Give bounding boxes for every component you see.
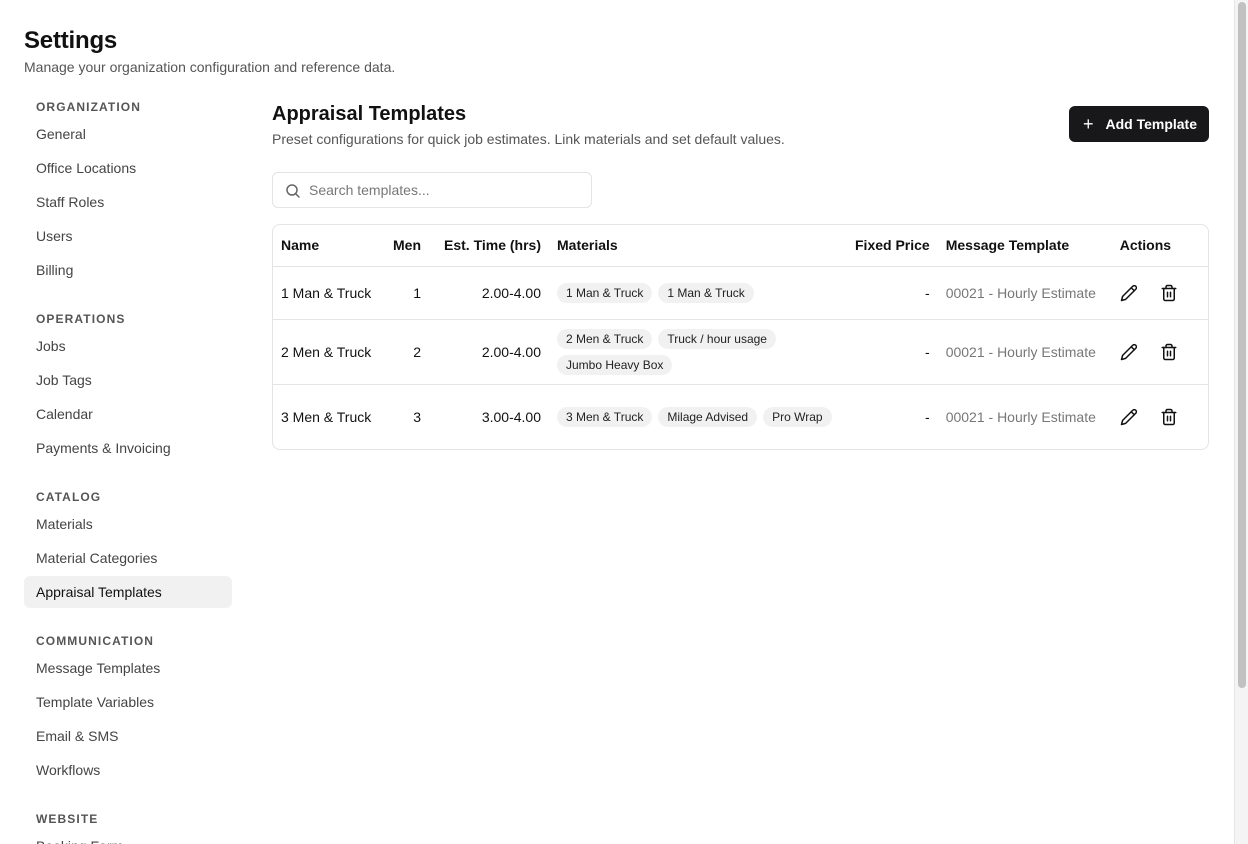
- settings-sidebar: ORGANIZATION General Office Locations Staff…: [24, 96, 232, 844]
- column-header-materials[interactable]: Materials: [549, 225, 847, 267]
- cell-fixed-price: -: [847, 319, 938, 385]
- cell-message-template: 00021 - Hourly Estimate: [945, 408, 1096, 425]
- page-header: Settings Manage your organization config…: [24, 26, 395, 76]
- material-tag: 2 Men & Truck: [557, 328, 653, 349]
- cell-name: 3 Men & Truck: [281, 408, 372, 425]
- cell-est-time: 2.00-4.00: [429, 319, 549, 385]
- sidebar-item-office-locations[interactable]: Office Locations: [24, 152, 232, 184]
- add-template-label: Add Template: [1105, 116, 1197, 132]
- cell-men: 2: [381, 319, 429, 385]
- sidebar-item-message-templates[interactable]: Message Templates: [24, 652, 232, 684]
- column-header-name[interactable]: Name: [273, 225, 381, 267]
- add-template-button[interactable]: + Add Template: [1068, 106, 1209, 142]
- nav-section-website: WEBSITE Booking Form: [24, 808, 232, 844]
- page-subtitle: Manage your organization configuration a…: [24, 59, 396, 75]
- nav-section-operations: OPERATIONS Jobs Job Tags Calendar Payments &…: [24, 308, 232, 464]
- search-box: [272, 172, 592, 208]
- column-header-fixed-price[interactable]: Fixed Price: [847, 225, 938, 267]
- cell-name: 2 Men & Truck: [273, 319, 381, 385]
- column-header-men[interactable]: Men: [381, 225, 429, 267]
- material-tag: Milage Advised: [658, 406, 758, 427]
- cell-name: 1 Man & Truck: [273, 266, 381, 320]
- cell-men: 1: [381, 266, 429, 320]
- table-header-row: Name Men Est. Time (hrs) Materials Fixed…: [273, 225, 1208, 267]
- scrollbar-thumb[interactable]: [1238, 2, 1246, 688]
- sidebar-item-billing[interactable]: Billing: [24, 254, 232, 286]
- sidebar-item-appraisal-templates[interactable]: Appraisal Templates: [24, 576, 232, 608]
- cell-message-template: 00021 - Hourly Estimate: [937, 266, 1112, 320]
- nav-section-communication: COMMUNICATION Message Templates Template V…: [24, 630, 232, 786]
- column-header-time[interactable]: Est. Time (hrs): [429, 225, 549, 267]
- templates-table: Name Men Est. Time (hrs) Materials Fixed…: [272, 224, 1209, 450]
- trash-icon[interactable]: [1160, 343, 1178, 361]
- sidebar-item-template-variables[interactable]: Template Variables: [24, 686, 232, 718]
- cell-est-time: 3.00-4.00: [481, 408, 541, 425]
- plus-icon: +: [1082, 114, 1094, 134]
- sidebar-item-workflows[interactable]: Workflows: [24, 754, 232, 786]
- material-tag: 1 Man & Truck: [557, 282, 653, 303]
- pencil-icon[interactable]: [1120, 284, 1138, 302]
- pencil-icon[interactable]: [1120, 408, 1138, 426]
- sidebar-item-materials[interactable]: Materials: [24, 508, 232, 540]
- column-header-message-template[interactable]: Message Template: [937, 225, 1112, 267]
- cell-est-time: 2.00-4.00: [429, 266, 549, 320]
- search-input[interactable]: [273, 173, 591, 207]
- section-header: Appraisal Templates Preset configuration…: [272, 100, 1209, 172]
- material-tag: 1 Man & Truck: [658, 282, 754, 303]
- sidebar-item-general[interactable]: General: [24, 118, 232, 150]
- cell-materials: 3 Men & Truck Milage Advised Pro Wrap: [549, 384, 847, 449]
- trash-icon[interactable]: [1160, 284, 1178, 302]
- trash-icon[interactable]: [1160, 408, 1178, 426]
- material-tag: 3 Men & Truck: [557, 406, 653, 427]
- nav-section-catalog: CATALOG Materials Material Categories Appra…: [24, 486, 232, 608]
- sidebar-item-email-and-sms[interactable]: Email & SMS: [24, 720, 232, 752]
- cell-materials: 1 Man & Truck 1 Man & Truck: [549, 266, 847, 320]
- material-tag: Pro Wrap: [763, 406, 832, 427]
- nav-section-title: ORGANIZATION: [36, 100, 141, 114]
- cell-actions: [1111, 266, 1208, 320]
- table-row[interactable]: 1 Man & Truck 1 2.00-4.00 1 Man & Truck 1 Ma…: [273, 266, 1208, 320]
- page-title: Settings: [24, 27, 118, 54]
- table-row[interactable]: 3 Men & Truck 3 3.00-4.00 3 Men & Truck Mila…: [273, 384, 1208, 449]
- nav-section-title: CATALOG: [36, 490, 102, 504]
- cell-actions: [1111, 319, 1208, 385]
- column-header-actions: Actions: [1111, 225, 1208, 267]
- sidebar-item-booking-form[interactable]: Booking Form: [24, 830, 232, 844]
- sidebar-item-payments-and-invoicing[interactable]: Payments & Invoicing: [24, 432, 232, 464]
- page-scrollbar[interactable]: [1234, 0, 1248, 844]
- cell-fixed-price: -: [847, 266, 938, 320]
- cell-actions: [1112, 384, 1208, 449]
- sidebar-item-jobs[interactable]: Jobs: [24, 330, 232, 362]
- sidebar-item-job-tags[interactable]: Job Tags: [24, 364, 232, 396]
- cell-message-template: 00021 - Hourly Estimate: [937, 319, 1112, 385]
- search-icon: [286, 184, 300, 198]
- sidebar-item-material-categories[interactable]: Material Categories: [24, 542, 232, 574]
- cell-fixed-price: -: [925, 408, 930, 425]
- cell-men: 3: [413, 408, 421, 425]
- cell-materials: 2 Men & Truck Truck / hour usage Jumbo Hea…: [549, 319, 847, 385]
- table-row[interactable]: 2 Men & Truck 2 2.00-4.00 2 Men & Truck Truc…: [273, 319, 1208, 385]
- nav-section-title: OPERATIONS: [36, 312, 126, 326]
- sidebar-item-staff-roles[interactable]: Staff Roles: [24, 186, 232, 218]
- nav-section-organization: ORGANIZATION General Office Locations Staff…: [24, 96, 232, 286]
- nav-section-title: WEBSITE: [36, 812, 99, 826]
- main-content: Appraisal Templates Preset configuration…: [272, 100, 1209, 450]
- material-tag: Jumbo Heavy Box: [557, 354, 673, 375]
- nav-section-title: COMMUNICATION: [36, 634, 155, 648]
- pencil-icon[interactable]: [1120, 343, 1138, 361]
- sidebar-item-users[interactable]: Users: [24, 220, 232, 252]
- sidebar-item-calendar[interactable]: Calendar: [24, 398, 232, 430]
- material-tag: Truck / hour usage: [658, 328, 776, 349]
